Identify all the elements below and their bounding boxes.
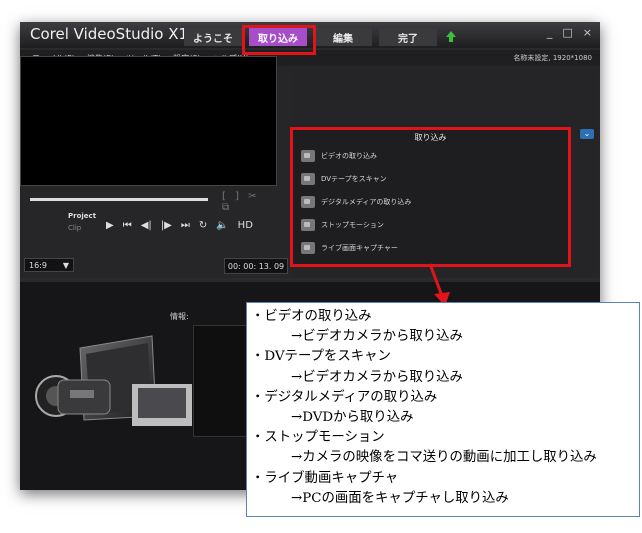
capture-option-label: ライブ画面キャプチャー [321, 244, 398, 252]
aspect-ratio-select[interactable]: 16:9 ▼ [24, 258, 74, 272]
close-button[interactable]: × [583, 26, 592, 39]
callout-line: →ビデオカメラから取り込み [291, 329, 463, 345]
screen-capture-icon [301, 242, 315, 254]
tab-welcome[interactable]: ようこそ [184, 28, 242, 46]
capture-option-video[interactable]: ビデオの取り込み [301, 150, 377, 162]
capture-option-stop-motion[interactable]: ストップモーション [301, 219, 384, 231]
callout-line: →カメラの映像をコマ送りの動画に加工し取り込み [291, 450, 597, 466]
explanation-callout: ・ビデオの取り込み →ビデオカメラから取り込み ・DVテープをスキャン →ビデオ… [246, 302, 640, 517]
capture-options-panel: 取り込み ビデオの取り込み DVテープをスキャン デジタルメディアの取り込み ス… [290, 127, 571, 267]
capture-option-label: デジタルメディアの取り込み [321, 198, 412, 206]
app-brand: Corel VideoStudio X10 [30, 25, 198, 43]
player-panel: [ ] ✂ ⧉ Project Clip ▶ ⏮ ◀| |▶ ⏭ ↻ 🔈 HD … [20, 52, 288, 274]
hd-toggle[interactable]: HD [238, 220, 253, 231]
stop-motion-icon [301, 219, 315, 231]
upload-arrow-icon[interactable] [446, 31, 456, 42]
capture-option-label: ビデオの取り込み [321, 152, 377, 160]
transport-buttons: ▶ ⏮ ◀| |▶ ⏭ ↻ 🔈 HD [106, 220, 253, 231]
digital-media-icon [301, 196, 315, 208]
project-info: 名称未設定, 1920*1080 [513, 54, 592, 62]
timecode-display[interactable]: 00: 00: 13. 09 [224, 258, 288, 274]
aspect-ratio-value: 16:9 [29, 260, 47, 270]
info-label: 情報: [170, 312, 189, 321]
dv-scan-icon [301, 173, 315, 185]
repeat-icon[interactable]: ↻ [199, 220, 207, 231]
next-frame-icon[interactable]: |▶ [161, 220, 172, 231]
camera-illustration [35, 335, 192, 426]
callout-line: ・ストップモーション [251, 430, 385, 446]
capture-option-label: ストップモーション [321, 221, 384, 229]
scrubber-bar[interactable] [30, 198, 208, 201]
preview-window [20, 56, 277, 186]
capture-panel-title: 取り込み [414, 133, 447, 142]
capture-option-label: DVテープをスキャン [321, 175, 387, 183]
capture-option-dv-scan[interactable]: DVテープをスキャン [301, 173, 387, 185]
callout-line: ・ライブ動画キャプチャ [251, 470, 399, 486]
callout-line: →DVDから取り込み [291, 410, 414, 426]
capture-option-screen-capture[interactable]: ライブ画面キャプチャー [301, 242, 398, 254]
clip-label[interactable]: Clip [68, 224, 81, 232]
callout-line: ・DVテープをスキャン [251, 349, 391, 365]
collapse-chevron-icon[interactable]: ⌄ [580, 129, 594, 139]
minimize-button[interactable]: _ [547, 26, 553, 39]
capture-tab-highlight [242, 25, 316, 55]
play-icon[interactable]: ▶ [106, 220, 114, 231]
home-icon[interactable]: ⏮ [123, 220, 132, 231]
video-capture-icon [301, 150, 315, 162]
chevron-down-icon: ▼ [62, 260, 69, 270]
prev-frame-icon[interactable]: ◀| [141, 220, 152, 231]
trim-markers[interactable]: [ ] ✂ ⧉ [222, 191, 275, 213]
window-controls: _ □ × [547, 26, 592, 39]
capture-option-digital-media[interactable]: デジタルメディアの取り込み [301, 196, 411, 208]
callout-line: →ビデオカメラから取り込み [291, 369, 463, 385]
playback-controls: Project Clip ▶ ⏮ ◀| |▶ ⏭ ↻ 🔈 HD [60, 212, 280, 242]
volume-icon[interactable]: 🔈 [216, 220, 228, 231]
tab-share[interactable]: 完了 [379, 28, 437, 46]
end-icon[interactable]: ⏭ [181, 220, 190, 231]
project-label[interactable]: Project [68, 212, 96, 220]
callout-line: ・デジタルメディアの取り込み [251, 389, 438, 405]
callout-line: ・ビデオの取り込み [251, 309, 372, 324]
callout-line: →PCの画面をキャプチャし取り込み [291, 490, 509, 506]
maximize-button[interactable]: □ [562, 26, 572, 39]
tab-edit[interactable]: 編集 [314, 28, 372, 46]
